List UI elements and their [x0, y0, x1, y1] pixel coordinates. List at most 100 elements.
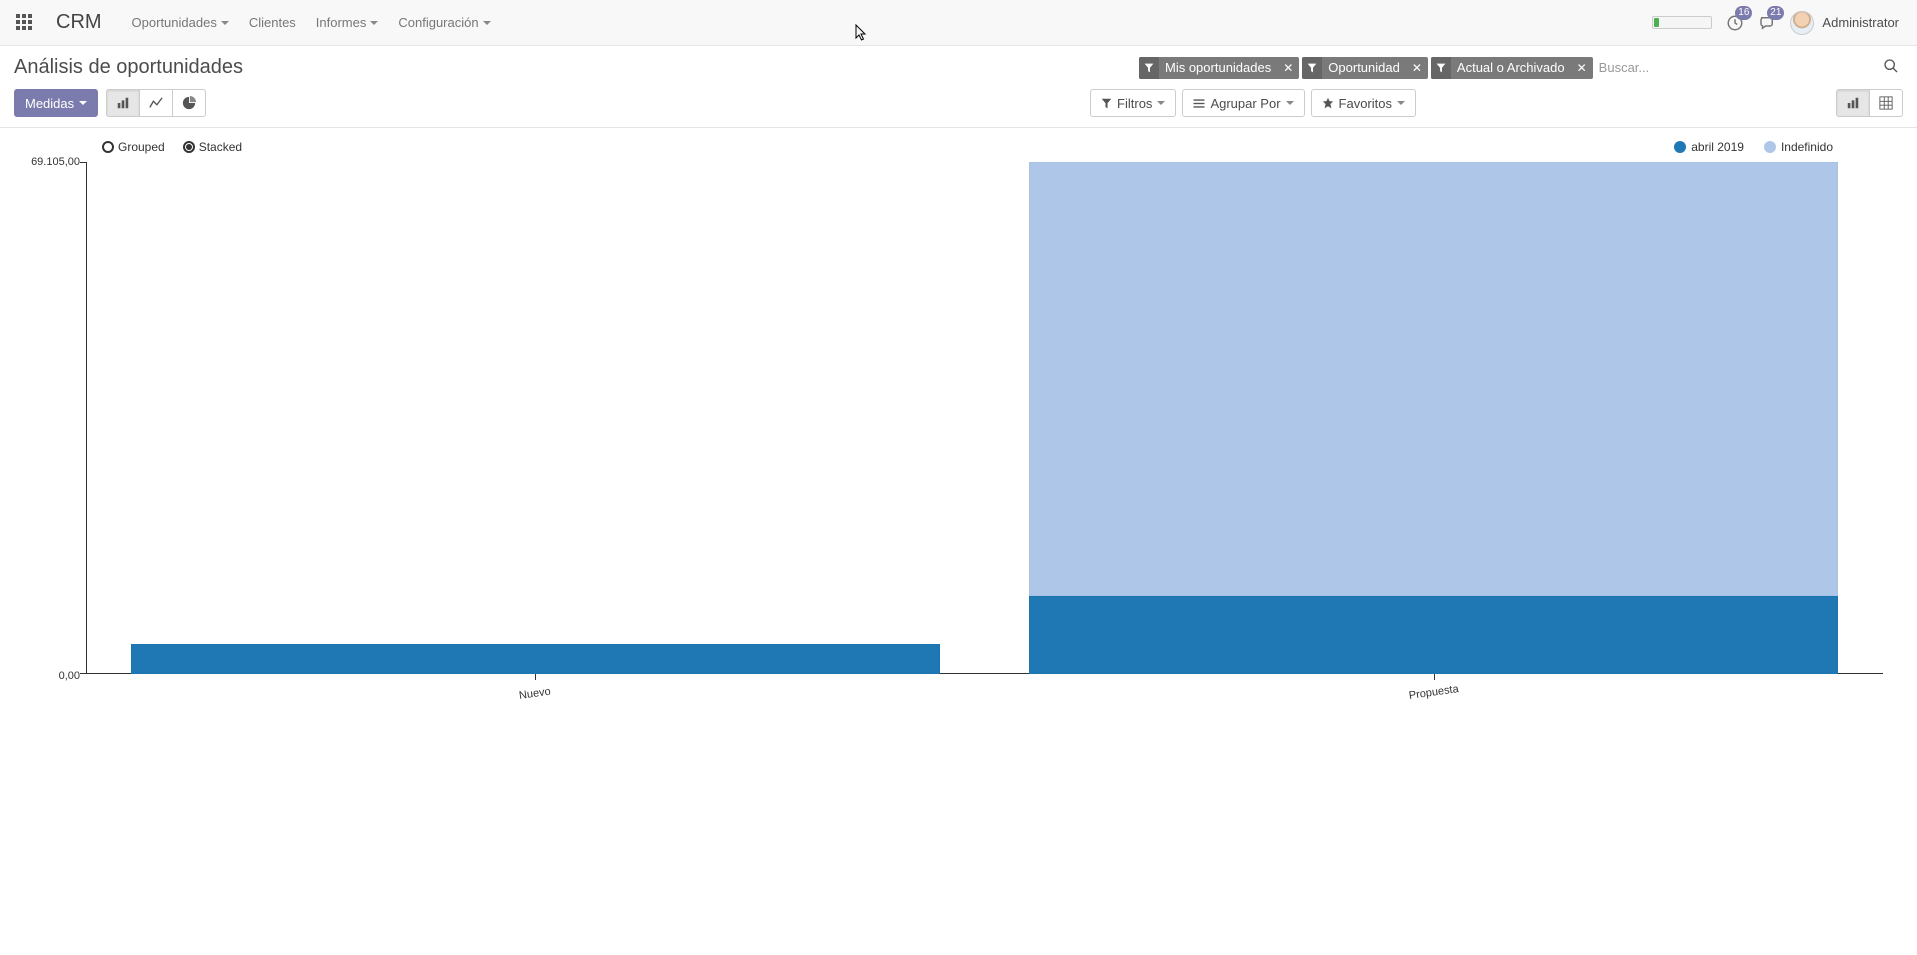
avatar — [1790, 11, 1814, 35]
activities-icon[interactable]: 16 — [1726, 14, 1744, 32]
plot-area — [86, 162, 1883, 674]
facet-label: Mis oportunidades — [1159, 60, 1277, 75]
nav-item-label: Informes — [316, 15, 367, 30]
nav-item-label: Oportunidades — [132, 15, 217, 30]
navbar: CRM Oportunidades Clientes Informes Conf… — [0, 0, 1917, 46]
chevron-down-icon — [79, 101, 87, 105]
line-chart-icon — [149, 96, 163, 110]
legend-dot — [1764, 141, 1776, 153]
pie-chart-button[interactable] — [172, 89, 206, 117]
graph-icon — [1846, 96, 1860, 110]
bar-group[interactable] — [985, 162, 1884, 674]
bar-segment[interactable] — [1029, 596, 1838, 674]
nav-item-reports[interactable]: Informes — [306, 3, 389, 42]
bar-chart-button[interactable] — [106, 89, 140, 117]
pivot-view-button[interactable] — [1869, 89, 1903, 117]
filter-icon — [1139, 57, 1159, 79]
chevron-down-icon — [370, 21, 378, 25]
chevron-down-icon — [483, 21, 491, 25]
chart-type-group — [106, 89, 206, 117]
nav-item-label: Clientes — [249, 15, 296, 30]
messages-icon[interactable]: 21 — [1758, 14, 1776, 32]
bar-chart-icon — [116, 96, 130, 110]
facet-label: Oportunidad — [1322, 60, 1406, 75]
chevron-down-icon — [221, 21, 229, 25]
nav-menu: Oportunidades Clientes Informes Configur… — [122, 3, 501, 42]
line-chart-button[interactable] — [139, 89, 173, 117]
radio-icon — [183, 141, 195, 153]
nav-item-clients[interactable]: Clientes — [239, 3, 306, 42]
filter-group: Filtros Agrupar Por Favoritos — [1090, 89, 1416, 117]
search-bar: Mis oportunidades ✕ Oportunidad ✕ Actual… — [1139, 57, 1903, 79]
toggle-label: Grouped — [118, 140, 165, 154]
navbar-right: 16 21 Administrator — [1652, 11, 1909, 35]
chevron-down-icon — [1397, 101, 1405, 105]
chart-legend: abril 2019 Indefinido — [1674, 140, 1833, 154]
search-icon[interactable] — [1879, 58, 1903, 77]
stacked-toggle[interactable]: Stacked — [183, 140, 242, 154]
apps-icon[interactable] — [16, 14, 34, 32]
chart-plot: 69.105,00 0,00 NuevoPropuesta — [86, 162, 1883, 702]
bar-group[interactable] — [86, 162, 985, 674]
nav-item-label: Configuración — [398, 15, 478, 30]
nav-item-opportunities[interactable]: Oportunidades — [122, 3, 239, 42]
facet-remove[interactable]: ✕ — [1277, 57, 1299, 79]
page-title: Análisis de oportunidades — [14, 56, 243, 79]
measures-button[interactable]: Medidas — [14, 89, 98, 117]
legend-label: abril 2019 — [1691, 140, 1744, 154]
button-label: Favoritos — [1339, 96, 1392, 111]
legend-dot — [1674, 141, 1686, 153]
user-menu[interactable]: Administrator — [1790, 11, 1909, 35]
search-input[interactable] — [1593, 57, 1879, 78]
graph-view-button[interactable] — [1836, 89, 1870, 117]
x-tick-label: Nuevo — [519, 686, 552, 702]
x-tick-label: Propuesta — [1408, 683, 1459, 702]
pie-chart-icon — [182, 96, 196, 110]
search-facet: Oportunidad ✕ — [1302, 57, 1428, 79]
facet-label: Actual o Archivado — [1451, 60, 1571, 75]
cursor-icon — [855, 24, 869, 47]
x-tick — [535, 674, 536, 680]
toggle-label: Stacked — [199, 140, 242, 154]
button-label: Medidas — [25, 96, 74, 111]
grouped-toggle[interactable]: Grouped — [102, 140, 165, 154]
radio-icon — [102, 141, 114, 153]
bar-segment[interactable] — [1029, 162, 1838, 596]
y-tick-label: 69.105,00 — [31, 156, 80, 168]
legend-item[interactable]: abril 2019 — [1674, 140, 1744, 154]
grid-icon — [1879, 96, 1893, 110]
filter-icon — [1302, 57, 1322, 79]
y-tick-label: 0,00 — [59, 670, 80, 682]
legend-item[interactable]: Indefinido — [1764, 140, 1833, 154]
username: Administrator — [1822, 15, 1899, 30]
filter-icon — [1431, 57, 1451, 79]
filters-button[interactable]: Filtros — [1090, 89, 1176, 117]
facet-remove[interactable]: ✕ — [1571, 57, 1593, 79]
messages-badge: 21 — [1767, 6, 1784, 20]
button-label: Filtros — [1117, 96, 1152, 111]
bar-segment[interactable] — [131, 644, 940, 674]
star-icon — [1322, 97, 1334, 109]
control-panel: Análisis de oportunidades Mis oportunida… — [0, 46, 1917, 128]
filter-icon — [1101, 98, 1112, 109]
chart-area: Grouped Stacked abril 2019 Indefinido 69… — [0, 128, 1917, 702]
x-tick — [1434, 674, 1435, 680]
button-label: Agrupar Por — [1210, 96, 1280, 111]
group-by-button[interactable]: Agrupar Por — [1182, 89, 1304, 117]
chevron-down-icon — [1286, 101, 1294, 105]
activities-badge: 16 — [1735, 6, 1752, 20]
brand[interactable]: CRM — [56, 11, 102, 34]
stack-toggle: Grouped Stacked — [102, 140, 242, 154]
search-facets: Mis oportunidades ✕ Oportunidad ✕ Actual… — [1139, 57, 1593, 79]
facet-remove[interactable]: ✕ — [1406, 57, 1428, 79]
view-switch — [1836, 89, 1903, 117]
search-facet: Actual o Archivado ✕ — [1431, 57, 1593, 79]
legend-label: Indefinido — [1781, 140, 1833, 154]
list-icon — [1193, 98, 1205, 109]
favorites-button[interactable]: Favoritos — [1311, 89, 1416, 117]
progress-indicator[interactable] — [1652, 16, 1712, 29]
nav-item-settings[interactable]: Configuración — [388, 3, 500, 42]
search-facet: Mis oportunidades ✕ — [1139, 57, 1299, 79]
chevron-down-icon — [1157, 101, 1165, 105]
chart-controls: Grouped Stacked abril 2019 Indefinido — [4, 140, 1913, 154]
